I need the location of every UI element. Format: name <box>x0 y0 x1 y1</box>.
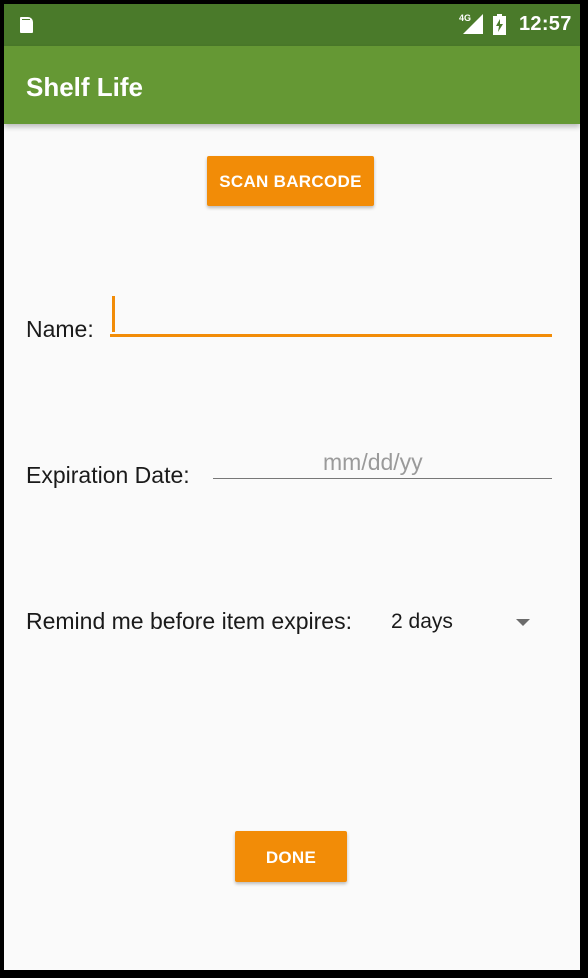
scan-barcode-button[interactable]: SCAN BARCODE <box>207 156 374 206</box>
remind-days-value: 2 days <box>391 610 453 633</box>
dropdown-arrow-icon <box>516 619 530 626</box>
app-title: Shelf Life <box>26 72 144 102</box>
name-input[interactable] <box>110 294 552 337</box>
done-button[interactable]: DONE <box>235 831 347 882</box>
network-type-label: 4G <box>459 13 471 23</box>
signal-icon: 4G <box>459 13 483 34</box>
expiration-date-input[interactable]: mm/dd/yy <box>213 446 552 479</box>
status-bar: 4G 12:57 <box>4 4 580 46</box>
sd-card-icon <box>20 17 33 33</box>
name-label: Name: <box>26 316 94 342</box>
expiration-date-placeholder: mm/dd/yy <box>323 449 423 475</box>
status-clock: 12:57 <box>519 13 572 35</box>
battery-icon <box>493 14 506 35</box>
remind-label: Remind me before item expires: <box>26 608 352 634</box>
remind-days-dropdown[interactable]: 2 days <box>388 606 538 638</box>
expiration-date-label: Expiration Date: <box>26 462 190 488</box>
app-screen: 4G 12:57 Shelf Life SCAN BARCODE Name: E… <box>4 4 580 970</box>
text-cursor <box>112 296 115 332</box>
app-bar: Shelf Life <box>4 46 580 124</box>
